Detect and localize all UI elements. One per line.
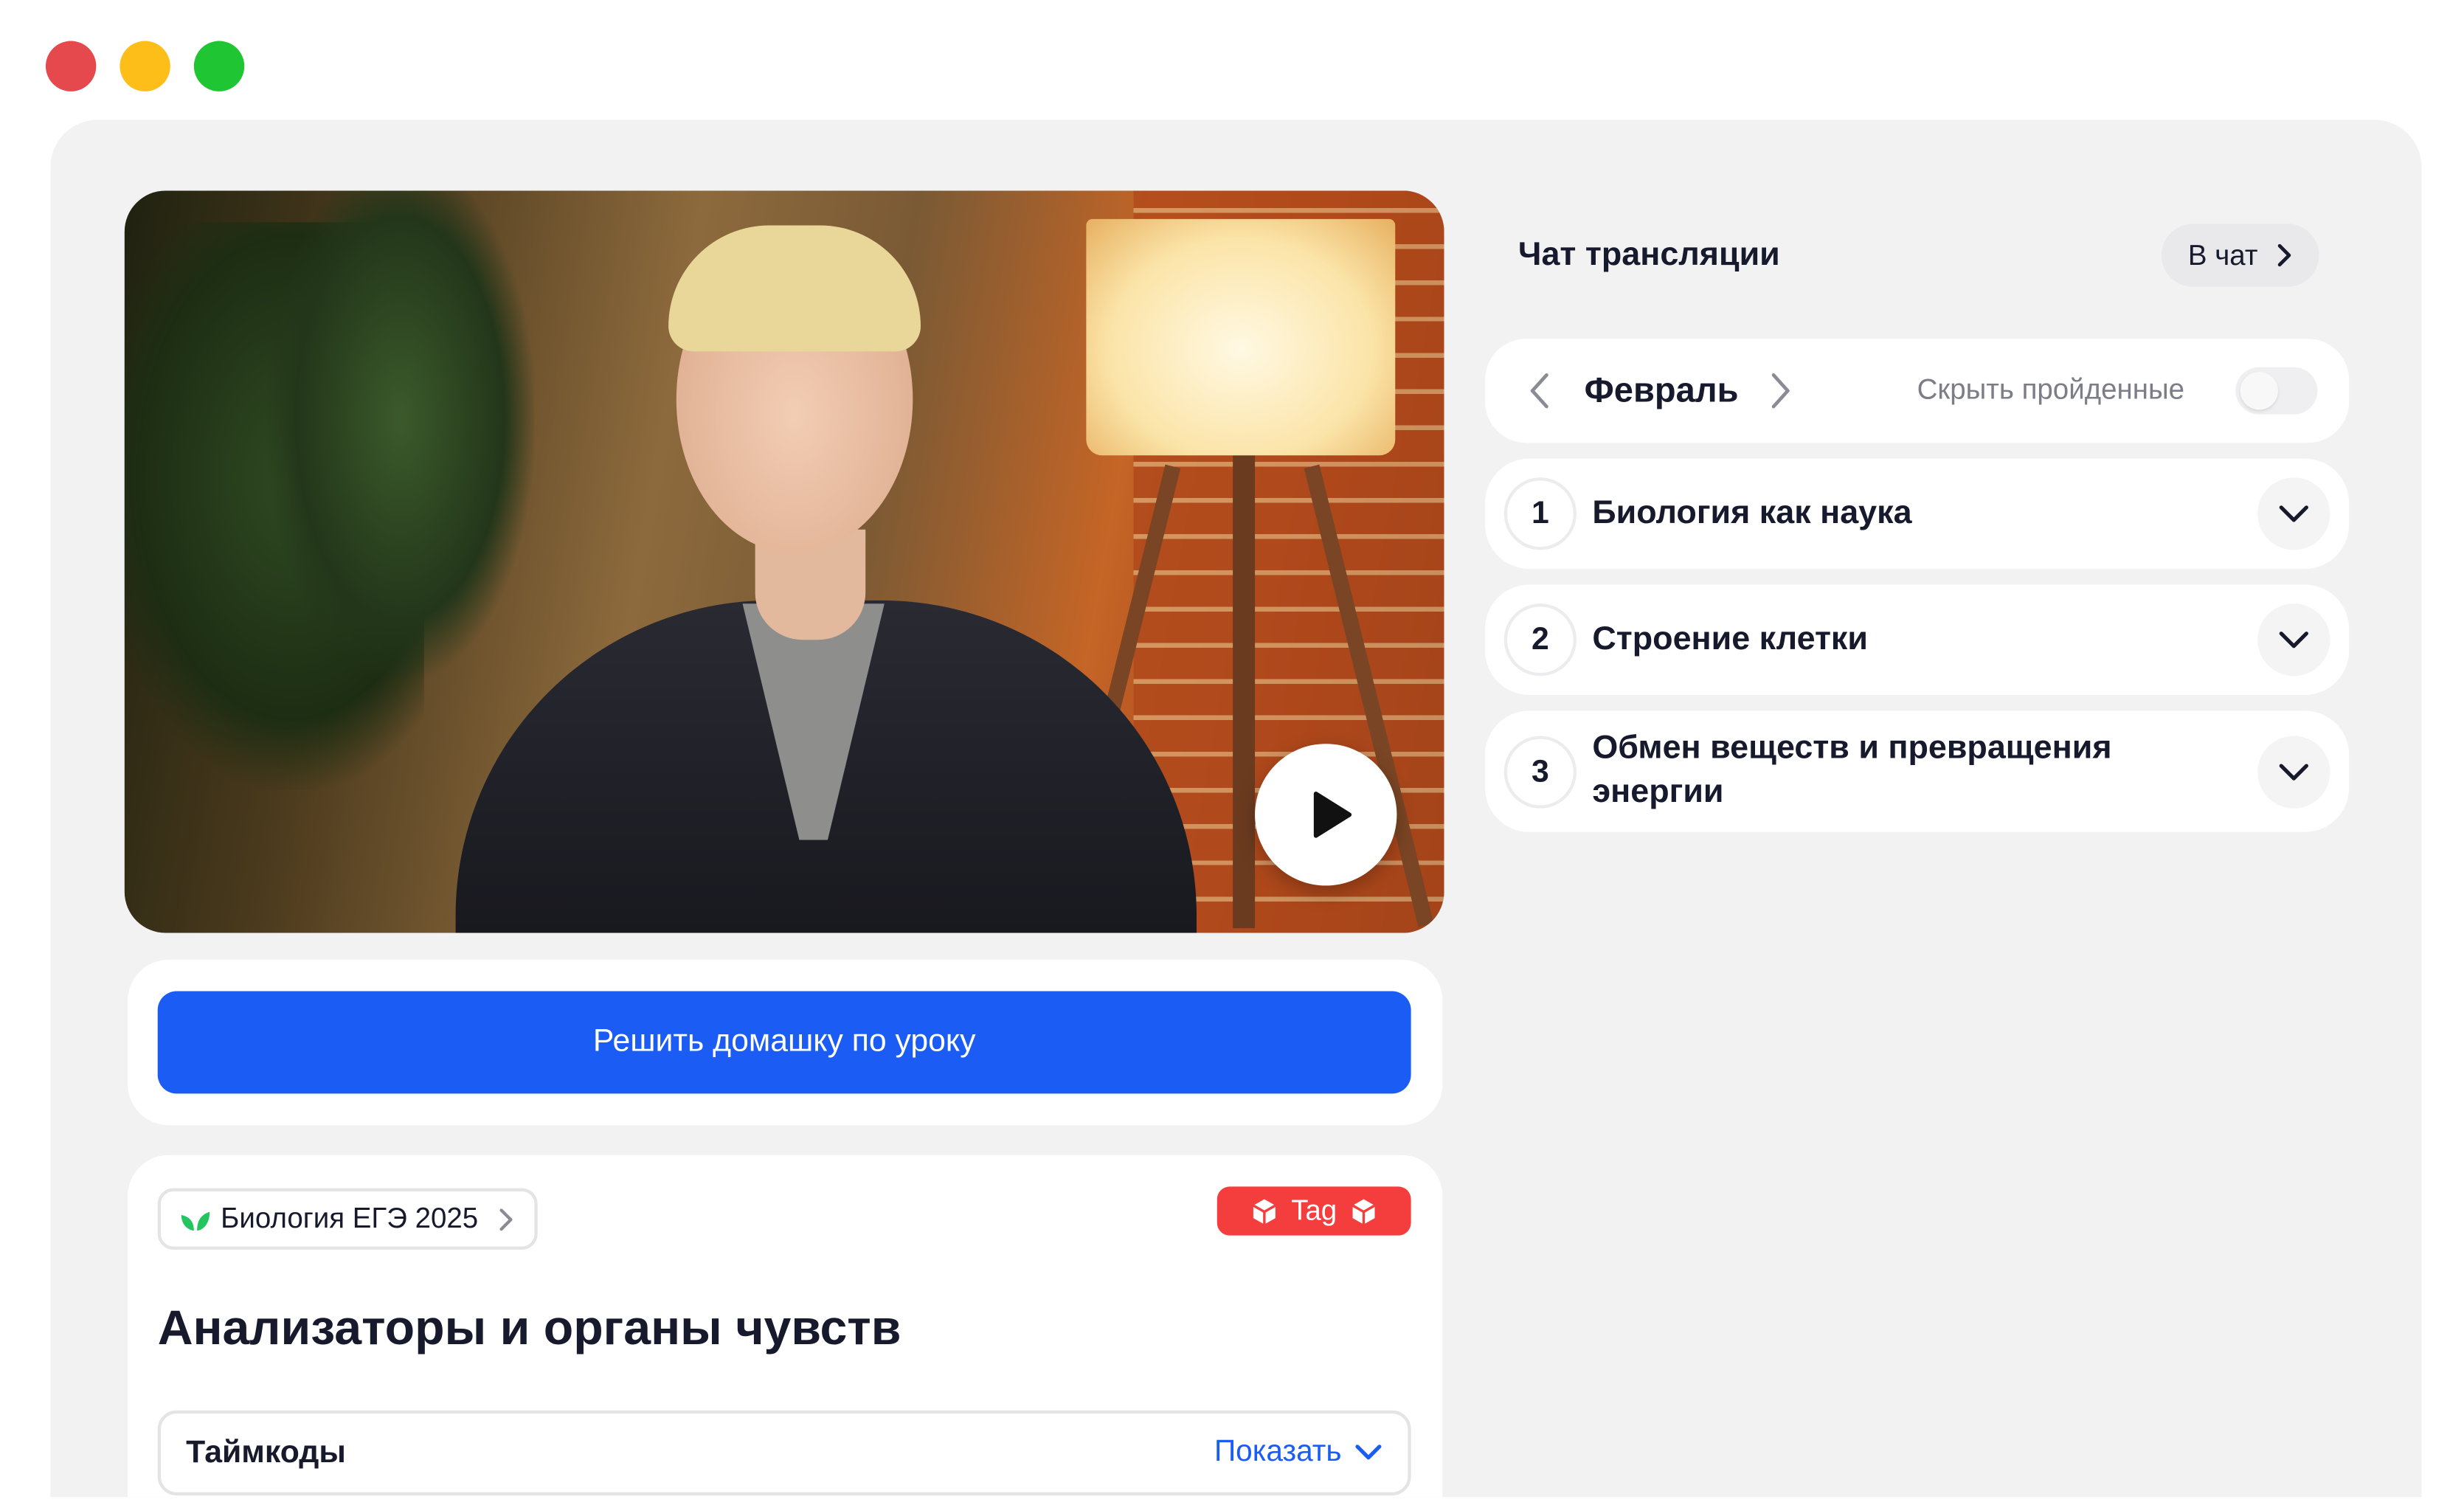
go-to-chat-button[interactable]: В чат <box>2161 224 2319 287</box>
window-close-button[interactable] <box>45 41 97 91</box>
video-frame-lamp-stand <box>1233 455 1256 929</box>
course-label: Биология ЕГЭ 2025 <box>221 1202 479 1234</box>
tag-badge: Tag <box>1217 1186 1411 1236</box>
play-icon <box>1313 791 1352 838</box>
topic-title: Строение клетки <box>1592 620 1869 657</box>
toggle-knob <box>2240 372 2278 410</box>
topic-number: 3 <box>1503 736 1577 809</box>
topic-expand-button[interactable] <box>2257 736 2330 809</box>
lesson-card: Биология ЕГЭ 2025 Tag Анализаторы и орга… <box>128 1155 1443 1498</box>
topic-number: 2 <box>1503 603 1577 677</box>
go-to-chat-label: В чат <box>2187 238 2258 271</box>
month-selector: Февраль Скрыть пройденные <box>1485 339 2350 443</box>
tag-label: Tag <box>1291 1194 1337 1226</box>
chevron-down-icon <box>2279 632 2308 648</box>
timecodes-show-label: Показать <box>1214 1435 1342 1469</box>
topic-expand-button[interactable] <box>2257 603 2330 677</box>
topic-item[interactable]: 2 Строение клетки <box>1485 584 2350 695</box>
chat-title: Чат трансляции <box>1517 236 1780 273</box>
video-frame-plant <box>266 190 535 679</box>
chevron-right-icon <box>2278 243 2291 267</box>
window-maximize-button[interactable] <box>193 41 245 91</box>
box-icon <box>1253 1198 1276 1224</box>
homework-card: Решить домашку по уроку <box>128 959 1443 1126</box>
chevron-right-icon[interactable] <box>1769 372 1791 409</box>
solve-homework-button[interactable]: Решить домашку по уроку <box>157 991 1411 1094</box>
topic-item[interactable]: 3 Обмен веществ и превращения энергии <box>1485 710 2350 832</box>
topic-title: Биология как наука <box>1592 494 1912 531</box>
leaf-icon <box>181 1211 210 1231</box>
chevron-down-icon <box>2279 505 2308 522</box>
chevron-left-icon[interactable] <box>1529 372 1551 409</box>
chevron-right-icon <box>500 1208 513 1231</box>
topic-item[interactable]: 1 Биология как наука <box>1485 458 2350 570</box>
window-minimize-button[interactable] <box>120 41 170 91</box>
app-panel: Решить домашку по уроку Биология ЕГЭ 202… <box>50 120 2422 1498</box>
chevron-down-icon <box>2279 764 2308 781</box>
timecodes-panel[interactable]: Таймкоды Показать <box>157 1410 1411 1496</box>
video-frame-presenter-hair <box>668 225 921 352</box>
chevron-down-icon <box>1355 1445 1382 1460</box>
month-name: Февраль <box>1584 370 1739 410</box>
box-icon <box>1352 1198 1376 1224</box>
course-breadcrumb[interactable]: Биология ЕГЭ 2025 <box>157 1188 539 1250</box>
video-frame-lampshade <box>1086 218 1396 456</box>
topic-expand-button[interactable] <box>2257 477 2330 550</box>
timecodes-label: Таймкоды <box>186 1434 346 1470</box>
play-button[interactable] <box>1255 744 1397 886</box>
topic-number: 1 <box>1503 477 1577 550</box>
hide-completed-toggle[interactable] <box>2235 367 2318 415</box>
hide-completed-label: Скрыть пройденные <box>1917 373 2185 405</box>
lesson-title: Анализаторы и органы чувств <box>157 1300 901 1355</box>
topic-title: Обмен веществ и превращения энергии <box>1592 729 2112 810</box>
timecodes-show-toggle[interactable]: Показать <box>1214 1436 1382 1470</box>
video-player[interactable] <box>124 190 1444 933</box>
